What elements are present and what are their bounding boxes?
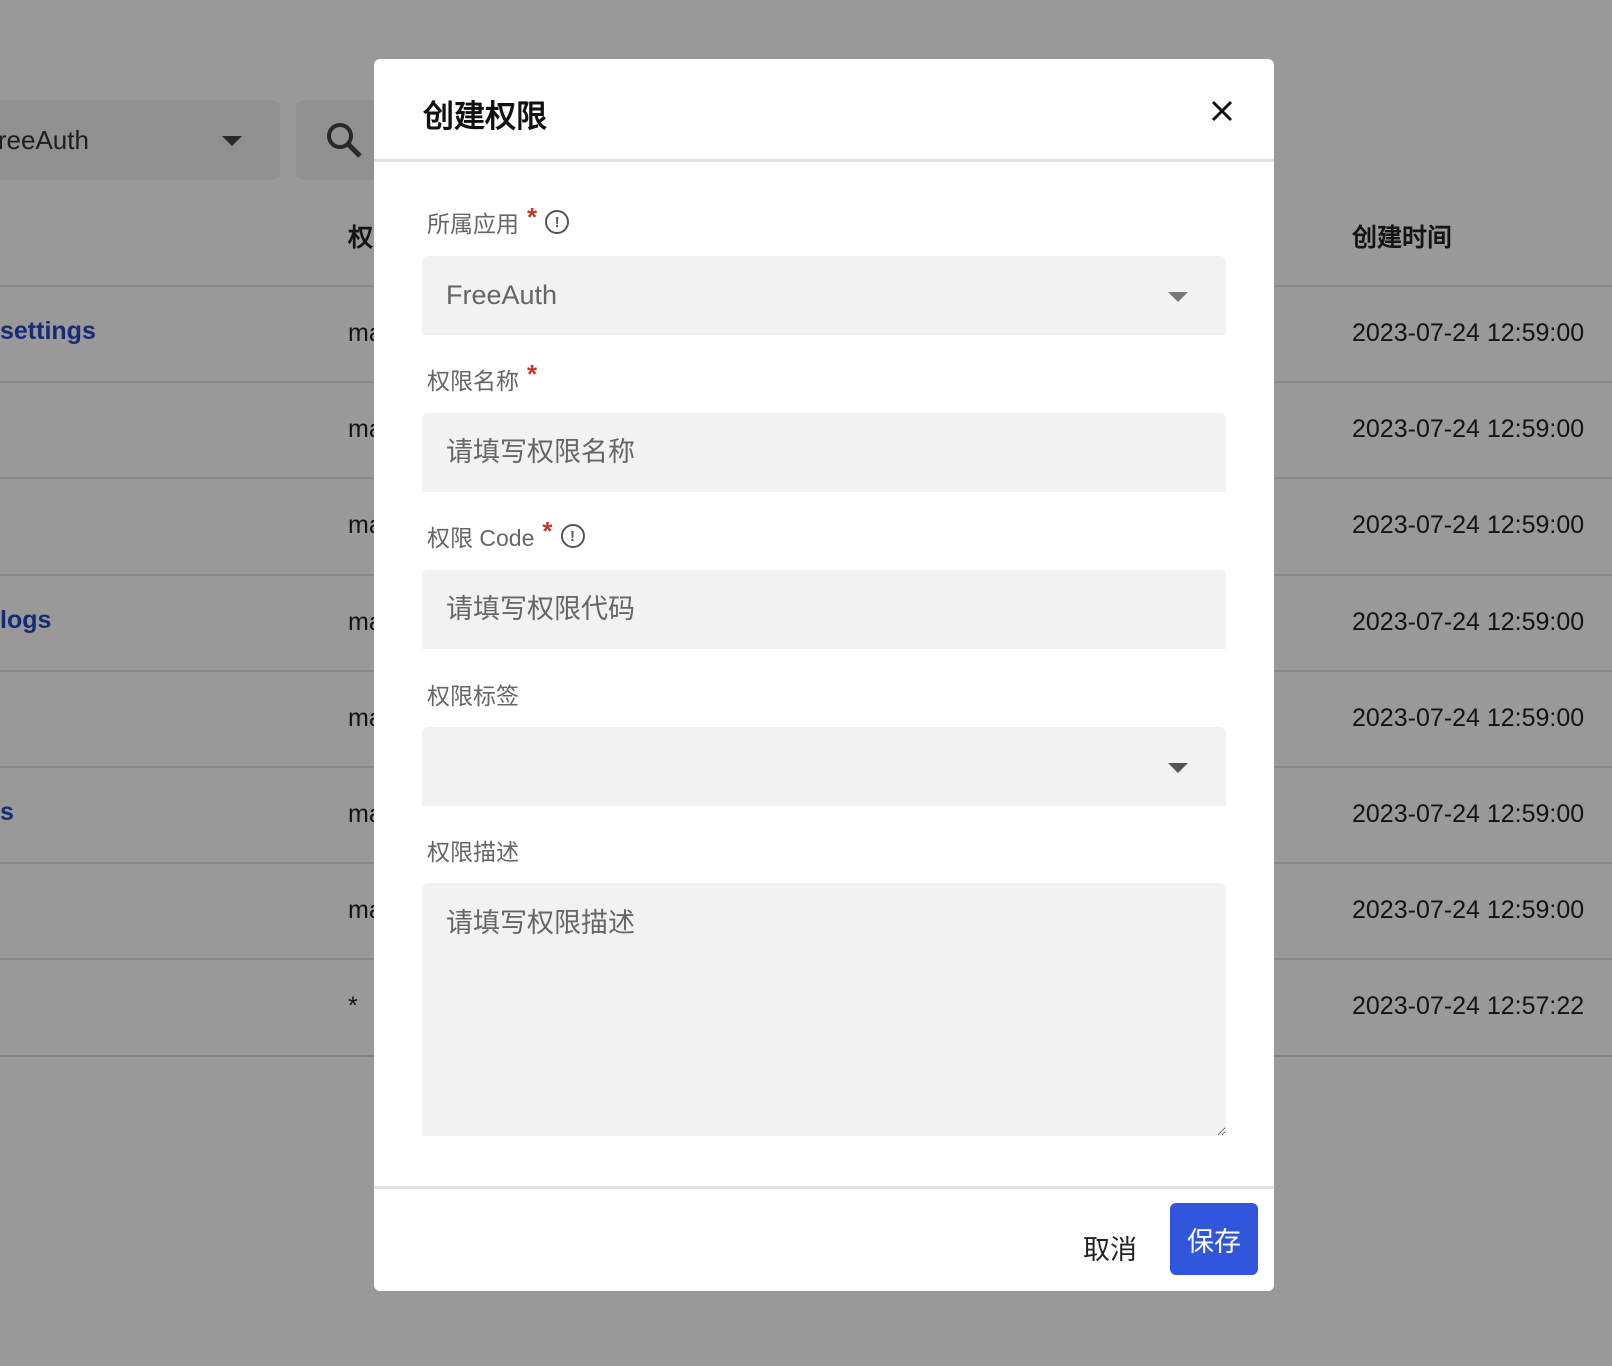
dialog-footer-divider [374,1186,1274,1189]
permission-code-input[interactable] [422,570,1226,649]
app-select[interactable]: FreeAuth [422,256,1226,335]
permission-name-input[interactable] [422,413,1226,492]
description-label: 权限描述 [427,839,519,865]
name-label: 权限名称 * [427,358,538,395]
required-mark: * [527,358,538,389]
chevron-down-icon [1168,763,1188,773]
tags-label: 权限标签 [427,683,519,709]
close-icon [1211,100,1233,122]
close-button[interactable] [1204,93,1240,129]
chevron-down-icon [1168,292,1188,302]
app-label: 所属应用 *! [427,201,570,239]
info-icon[interactable]: ! [560,524,585,548]
info-icon[interactable]: ! [545,210,570,234]
cancel-button[interactable]: 取消 [1074,1211,1146,1283]
description-textarea[interactable] [422,883,1226,1136]
required-mark: * [542,515,553,546]
code-label: 权限 Code *! [427,515,585,553]
save-button[interactable]: 保存 [1170,1203,1258,1275]
create-permission-dialog: 创建权限 所属应用*! FreeAuth 权限名称* 权限 Code*! 权限标… [374,59,1274,1291]
required-mark: * [527,201,538,232]
dialog-title: 创建权限 [423,99,547,134]
tags-select[interactable] [422,727,1226,806]
